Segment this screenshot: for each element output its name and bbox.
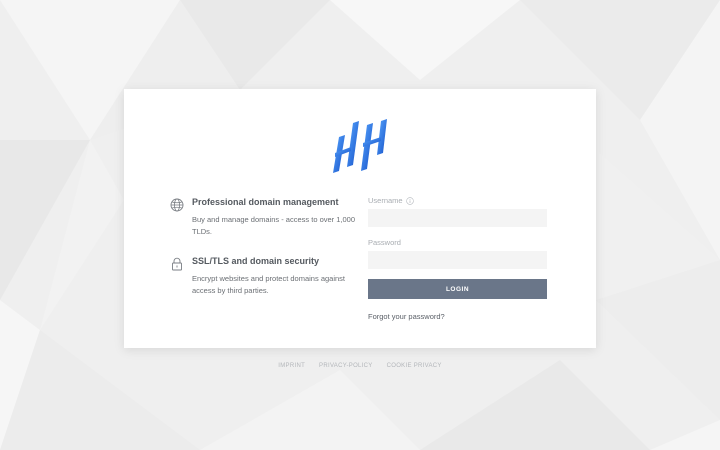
footer-link-privacy-policy[interactable]: PRIVACY-POLICY [319, 363, 373, 369]
info-icon[interactable] [405, 196, 414, 205]
forgot-password-link[interactable]: Forgot your password? [368, 312, 547, 321]
password-label: Password [368, 237, 547, 248]
username-label: Username [368, 195, 547, 206]
login-button[interactable]: LOGIN [368, 279, 547, 299]
brand-logo [333, 119, 387, 173]
feature-title: Professional domain management [192, 197, 339, 207]
password-label-text: Password [368, 238, 401, 247]
password-input[interactable] [368, 251, 547, 269]
footer-link-imprint[interactable]: IMPRINT [278, 363, 305, 369]
footer-links: IMPRINT PRIVACY-POLICY COOKIE PRIVACY [0, 363, 720, 369]
feature-description: Encrypt websites and protect domains aga… [192, 274, 345, 295]
feature-description: Buy and manage domains - access to over … [192, 215, 356, 236]
lock-icon [172, 257, 182, 271]
login-card: Professional domain management Buy and m… [124, 89, 596, 348]
login-form: Username Password LOGIN Forgot your pass… [368, 195, 547, 321]
feature-title: SSL/TLS and domain security [192, 256, 320, 266]
globe-icon [170, 198, 184, 212]
username-label-text: Username [368, 196, 403, 205]
footer-link-cookie-privacy[interactable]: COOKIE PRIVACY [387, 363, 442, 369]
username-input[interactable] [368, 209, 547, 227]
